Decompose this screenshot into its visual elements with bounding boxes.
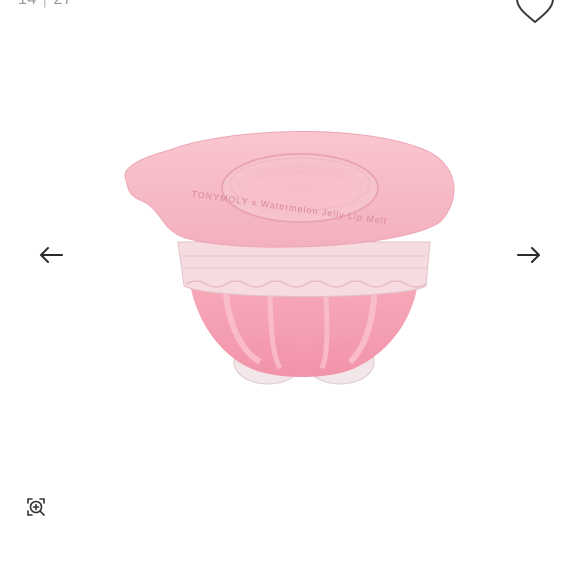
product-image-viewer: 14 | 27 — [0, 0, 580, 580]
previous-image-button[interactable] — [34, 238, 68, 272]
jar-rim — [177, 241, 431, 297]
jar-lid: TONYMOLY x Watermelon Jelly Lip Melt — [124, 131, 455, 248]
wishlist-button[interactable] — [514, 0, 556, 28]
total-image-count: 27 — [53, 0, 72, 8]
product-image: TONYMOLY x Watermelon Jelly Lip Melt — [100, 100, 480, 400]
current-image-number: 14 — [18, 0, 37, 8]
zoom-in-icon — [27, 498, 45, 516]
arrow-right-icon — [517, 247, 540, 263]
next-image-button[interactable] — [512, 238, 546, 272]
zoom-button[interactable] — [24, 495, 48, 519]
counter-separator: | — [43, 0, 48, 8]
heart-outline-icon — [516, 0, 554, 24]
arrow-left-icon — [40, 247, 63, 263]
image-counter: 14 | 27 — [18, 0, 72, 9]
